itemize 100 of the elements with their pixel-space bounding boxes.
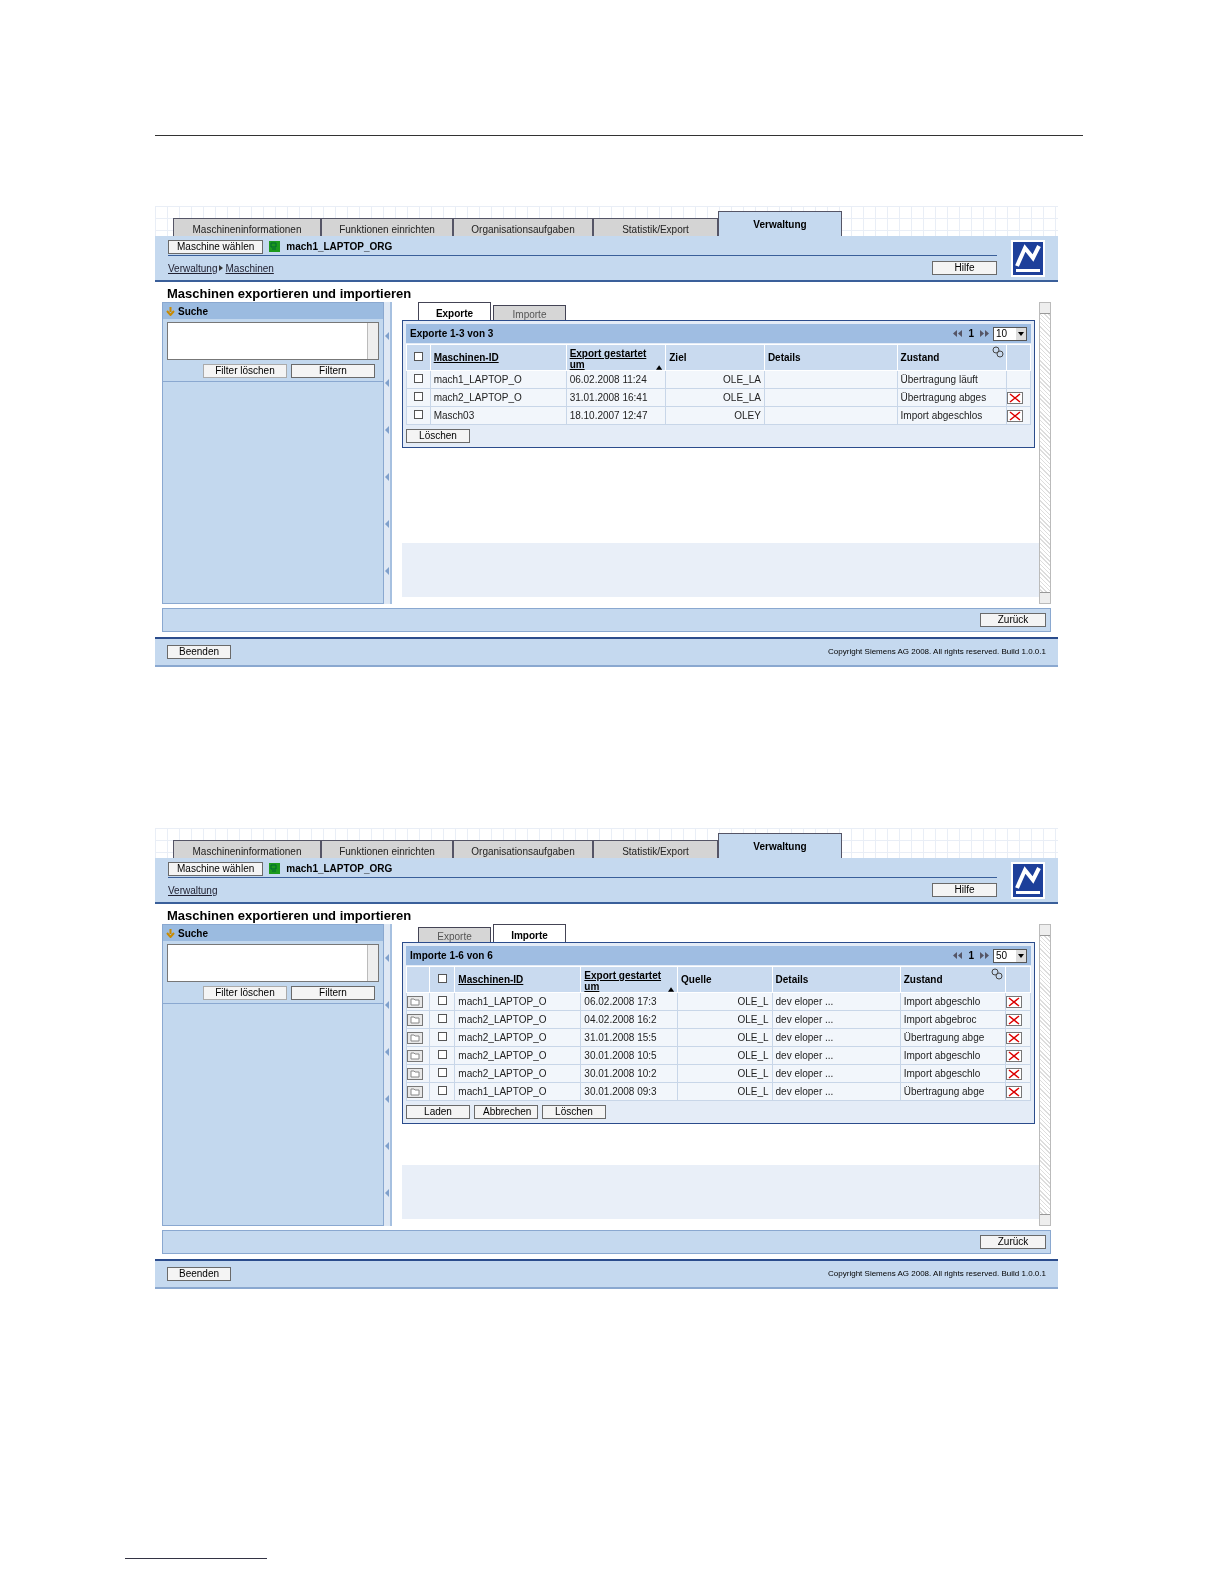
nav-tab[interactable]: Organisationsaufgaben: [453, 218, 593, 236]
page-number: 1: [968, 327, 974, 341]
logo-icon: [1011, 862, 1045, 899]
table-cell: OLE_L: [737, 1032, 769, 1043]
action-button[interactable]: Abbrechen: [474, 1105, 538, 1119]
checkbox[interactable]: [413, 410, 423, 419]
table-cell: 31.01.2008 15:5: [584, 1032, 657, 1043]
action-button[interactable]: Laden: [406, 1105, 470, 1119]
help-button[interactable]: Hilfe: [932, 261, 997, 275]
table-cell: dev eloper ...: [775, 1086, 834, 1097]
first-page-icon[interactable]: [953, 952, 963, 959]
table-cell: Import abgeschlos: [900, 410, 983, 421]
table-cell: 04.02.2008 16:2: [584, 1014, 657, 1025]
checkbox[interactable]: [437, 1032, 447, 1041]
nav-tab[interactable]: Statistik/Export: [593, 840, 718, 858]
last-page-icon[interactable]: [980, 330, 989, 337]
nav-tab[interactable]: Organisationsaufgaben: [453, 840, 593, 858]
scrollbar[interactable]: [367, 945, 378, 981]
settings-icon[interactable]: [990, 968, 1003, 980]
action-button[interactable]: Löschen: [542, 1105, 606, 1119]
scrollbar[interactable]: [1039, 924, 1051, 1226]
checkbox[interactable]: [413, 352, 423, 361]
last-page-icon[interactable]: [980, 952, 989, 959]
table-cell: OLE_L: [737, 1086, 769, 1097]
page-size-select[interactable]: 50: [993, 948, 1027, 963]
sub-tab[interactable]: Importe: [493, 924, 566, 942]
filter-button[interactable]: Filtern: [291, 364, 375, 378]
exit-button[interactable]: Beenden: [167, 1267, 231, 1281]
sub-tab[interactable]: Importe: [493, 305, 566, 320]
delete-icon[interactable]: [1007, 409, 1024, 422]
nav-tab[interactable]: Maschineninformationen: [173, 218, 321, 236]
back-button[interactable]: Zurück: [980, 1235, 1046, 1249]
table-cell: mach1_LAPTOP_O: [458, 996, 547, 1007]
table-cell: mach2_LAPTOP_O: [458, 1032, 547, 1043]
machine-name: mach1_LAPTOP_ORG: [286, 862, 393, 876]
table-cell: OLE_L: [737, 1050, 769, 1061]
checkbox[interactable]: [437, 1068, 447, 1077]
delete-icon[interactable]: [1005, 995, 1022, 1008]
nav-tab[interactable]: Maschineninformationen: [173, 840, 321, 858]
filter-button[interactable]: Filtern: [291, 986, 375, 1000]
help-button[interactable]: Hilfe: [932, 883, 997, 897]
delete-icon[interactable]: [1007, 391, 1024, 404]
choose-machine-button[interactable]: Maschine wählen: [168, 861, 264, 876]
sub-tab[interactable]: Exporte: [418, 927, 491, 942]
breadcrumb-link[interactable]: Verwaltung: [168, 882, 218, 898]
nav-tab[interactable]: Verwaltung: [718, 833, 842, 858]
delete-icon[interactable]: [1005, 1067, 1022, 1080]
sub-tab[interactable]: Exporte: [418, 302, 491, 320]
exit-button[interactable]: Beenden: [167, 645, 231, 659]
checkbox[interactable]: [413, 392, 423, 401]
action-button[interactable]: Löschen: [406, 429, 470, 443]
folder-icon[interactable]: [407, 1067, 423, 1080]
table-cell: Übertragung abge: [903, 1086, 985, 1097]
table-cell: 30.01.2008 10:2: [584, 1068, 657, 1079]
back-button[interactable]: Zurück: [980, 613, 1046, 627]
folder-icon[interactable]: [407, 1013, 423, 1026]
table-cell: 31.01.2008 16:41: [569, 392, 648, 403]
search-field[interactable]: [167, 944, 379, 982]
nav-tab[interactable]: Statistik/Export: [593, 218, 718, 236]
table-cell: Import abgebroc: [903, 1014, 977, 1025]
nav-tab[interactable]: Funktionen einrichten: [321, 218, 453, 236]
checkbox[interactable]: [437, 1086, 447, 1095]
checkbox[interactable]: [437, 1014, 447, 1023]
folder-icon[interactable]: [407, 995, 423, 1008]
table-cell: OLE_LA: [723, 374, 761, 385]
caret-icon: [1016, 949, 1026, 962]
choose-machine-button[interactable]: Maschine wählen: [168, 239, 264, 254]
table-cell: OLE_L: [737, 1014, 769, 1025]
column-header: Details: [767, 352, 801, 363]
table-cell: dev eloper ...: [775, 1068, 834, 1079]
folder-icon[interactable]: [407, 1049, 423, 1062]
breadcrumb-link[interactable]: Maschinen: [225, 260, 274, 276]
delete-icon[interactable]: [1005, 1031, 1022, 1044]
nav-tab[interactable]: Verwaltung: [718, 211, 842, 236]
delete-icon[interactable]: [1005, 1085, 1022, 1098]
arrow-icon: [166, 306, 175, 316]
delete-icon[interactable]: [1005, 1049, 1022, 1062]
arrow-icon: [166, 928, 175, 938]
caret-icon: [1016, 327, 1026, 340]
folder-icon[interactable]: [407, 1085, 423, 1098]
checkbox[interactable]: [437, 974, 447, 983]
column-sort-link[interactable]: Maschinen-ID: [433, 352, 499, 363]
table-cell: mach2_LAPTOP_O: [433, 392, 522, 403]
scrollbar[interactable]: [1039, 302, 1051, 604]
nav-tab[interactable]: Funktionen einrichten: [321, 840, 453, 858]
page-size-select[interactable]: 10: [993, 326, 1027, 341]
checkbox[interactable]: [437, 1050, 447, 1059]
chevron-icon: [219, 265, 224, 271]
folder-icon[interactable]: [407, 1031, 423, 1044]
search-field[interactable]: [167, 322, 379, 360]
settings-icon[interactable]: [992, 346, 1005, 358]
checkbox[interactable]: [437, 996, 447, 1005]
delete-icon[interactable]: [1005, 1013, 1022, 1026]
breadcrumb-link[interactable]: Verwaltung: [168, 260, 218, 276]
first-page-icon[interactable]: [953, 330, 963, 337]
page-number: 1: [968, 949, 974, 963]
checkbox[interactable]: [413, 374, 423, 383]
scrollbar[interactable]: [367, 323, 378, 359]
table-cell: dev eloper ...: [775, 1014, 834, 1025]
table-cell: OLE_LA: [723, 392, 761, 403]
